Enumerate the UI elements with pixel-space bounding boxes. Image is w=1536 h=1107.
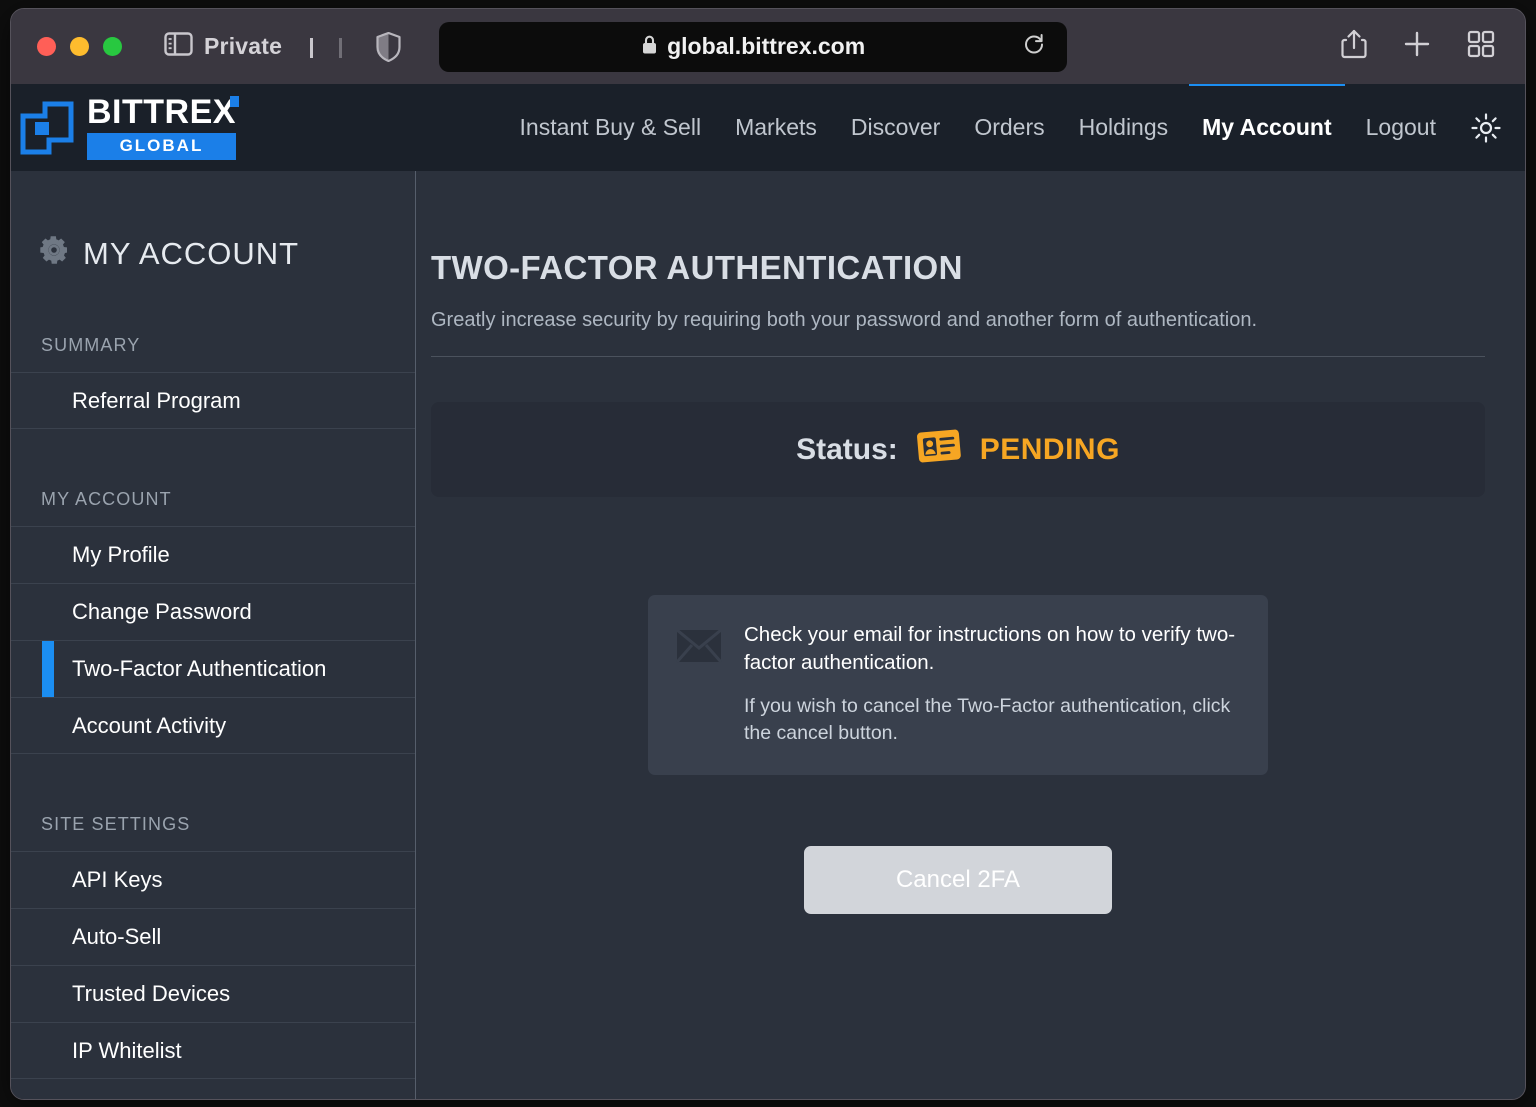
sidebar-title: MY ACCOUNT: [11, 171, 415, 273]
browser-toolbar: Private global.bittrex.com: [11, 9, 1525, 84]
sidebar-item-api-keys[interactable]: API Keys: [11, 851, 415, 908]
bittrex-logo[interactable]: BITTREX GLOBAL: [19, 95, 239, 160]
sidebar-item-label: Change Password: [72, 599, 252, 624]
sidebar-section-site-settings-heading: SITE SETTINGS: [41, 814, 191, 834]
cancel-2fa-button[interactable]: Cancel 2FA: [804, 846, 1112, 915]
sidebar-item-change-password[interactable]: Change Password: [11, 583, 415, 640]
bittrex-wordmark: BITTREX: [87, 95, 239, 129]
browser-window: Private global.bittrex.com BITTREX GLOBA…: [10, 8, 1526, 1100]
close-window-button[interactable]: [37, 37, 56, 56]
sidebar-item-label: Referral Program: [72, 387, 241, 413]
nav-orders[interactable]: Orders: [957, 84, 1061, 171]
info-primary-text: Check your email for instructions on how…: [744, 623, 1236, 675]
maximize-window-button[interactable]: [103, 37, 122, 56]
sidebar-section-my-account-heading: MY ACCOUNT: [41, 489, 172, 509]
sidebar-title-label: MY ACCOUNT: [83, 236, 300, 271]
bittrex-global-badge: GLOBAL: [87, 133, 236, 160]
sidebar-item-my-profile[interactable]: My Profile: [11, 526, 415, 583]
toolbar-right-icons: [1341, 29, 1505, 64]
site-header: BITTREX GLOBAL Instant Buy & Sell Market…: [11, 84, 1525, 171]
status-value: PENDING: [979, 432, 1120, 466]
sidebar-item-label: Two-Factor Authentication: [72, 656, 327, 681]
minimize-window-button[interactable]: [70, 37, 89, 56]
nav-discover[interactable]: Discover: [834, 84, 957, 171]
tab-grid-icon[interactable]: [1467, 30, 1495, 63]
sun-icon[interactable]: [1471, 112, 1501, 143]
url-text: global.bittrex.com: [667, 33, 866, 59]
sidebar-section-summary-list: Referral Program: [11, 372, 415, 429]
page-subtitle: Greatly increase security by requiring b…: [431, 309, 1257, 332]
sidebar-item-account-activity[interactable]: Account Activity: [11, 697, 415, 754]
sidebar-toggle-icon[interactable]: [164, 32, 193, 61]
forward-chevron-icon[interactable]: [339, 37, 343, 58]
nav-logout[interactable]: Logout: [1349, 84, 1453, 171]
bittrex-logo-tick-icon: [229, 96, 239, 107]
sidebar-item-label: My Profile: [72, 542, 170, 567]
sidebar-section-my-account-list: My Profile Change Password Two-Factor Au…: [11, 526, 415, 754]
sidebar-item-trusted-devices[interactable]: Trusted Devices: [11, 965, 415, 1022]
main-panel: TWO-FACTOR AUTHENTICATION Greatly increa…: [416, 171, 1525, 1099]
nav-markets[interactable]: Markets: [718, 84, 834, 171]
sidebar-item-label: IP Whitelist: [72, 1037, 182, 1063]
main-navigation: Instant Buy & Sell Markets Discover Orde…: [503, 84, 1525, 171]
back-chevron-icon[interactable]: [310, 37, 314, 58]
nav-instant-buy-sell[interactable]: Instant Buy & Sell: [503, 84, 719, 171]
info-box-text: Check your email for instructions on how…: [744, 621, 1240, 747]
page-title: TWO-FACTOR AUTHENTICATION: [431, 249, 963, 287]
sidebar-section-summary-heading: SUMMARY: [41, 335, 141, 355]
bittrex-logo-mark-icon: [19, 100, 75, 156]
id-card-icon: [916, 428, 962, 471]
status-card: Status: PENDING: [431, 402, 1485, 498]
page-viewport: BITTREX GLOBAL Instant Buy & Sell Market…: [11, 84, 1525, 1099]
private-label: Private: [204, 33, 283, 59]
plus-icon[interactable]: [1403, 30, 1431, 63]
nav-my-account[interactable]: My Account: [1185, 84, 1349, 171]
sidebar-item-auto-sell[interactable]: Auto-Sell: [11, 908, 415, 965]
lock-icon: [641, 34, 658, 60]
sidebar-item-label: Account Activity: [72, 712, 227, 738]
title-divider: [431, 356, 1485, 358]
sidebar-item-label: API Keys: [72, 867, 163, 892]
share-icon[interactable]: [1341, 29, 1367, 64]
sidebar-item-referral-program[interactable]: Referral Program: [11, 372, 415, 429]
sidebar-section-site-settings-list: API Keys Auto-Sell Trusted Devices IP Wh…: [11, 851, 415, 1079]
sidebar-item-label: Trusted Devices: [72, 981, 231, 1006]
browser-navigation: [310, 37, 343, 58]
address-bar-content: global.bittrex.com: [439, 33, 1067, 60]
sidebar-item-ip-whitelist[interactable]: IP Whitelist: [11, 1022, 415, 1079]
sidebar-item-label: Auto-Sell: [72, 924, 162, 949]
account-sidebar: MY ACCOUNT SUMMARY Referral Program MY A…: [11, 171, 416, 1099]
content-area: MY ACCOUNT SUMMARY Referral Program MY A…: [11, 171, 1525, 1099]
gear-icon: [39, 235, 69, 273]
nav-holdings[interactable]: Holdings: [1062, 84, 1186, 171]
reload-icon[interactable]: [1023, 32, 1045, 61]
shield-icon[interactable]: [376, 31, 401, 62]
info-box: Check your email for instructions on how…: [648, 595, 1268, 776]
window-traffic-lights: [37, 37, 122, 56]
info-secondary-text: If you wish to cancel the Two-Factor aut…: [744, 695, 1231, 745]
sidebar-item-two-factor-authentication[interactable]: Two-Factor Authentication: [11, 640, 415, 697]
private-browsing-indicator[interactable]: Private: [164, 32, 282, 61]
envelope-icon: [675, 621, 723, 747]
address-bar[interactable]: global.bittrex.com: [439, 21, 1068, 72]
status-label: Status:: [796, 432, 898, 466]
bittrex-logo-text: BITTREX GLOBAL: [87, 95, 239, 160]
